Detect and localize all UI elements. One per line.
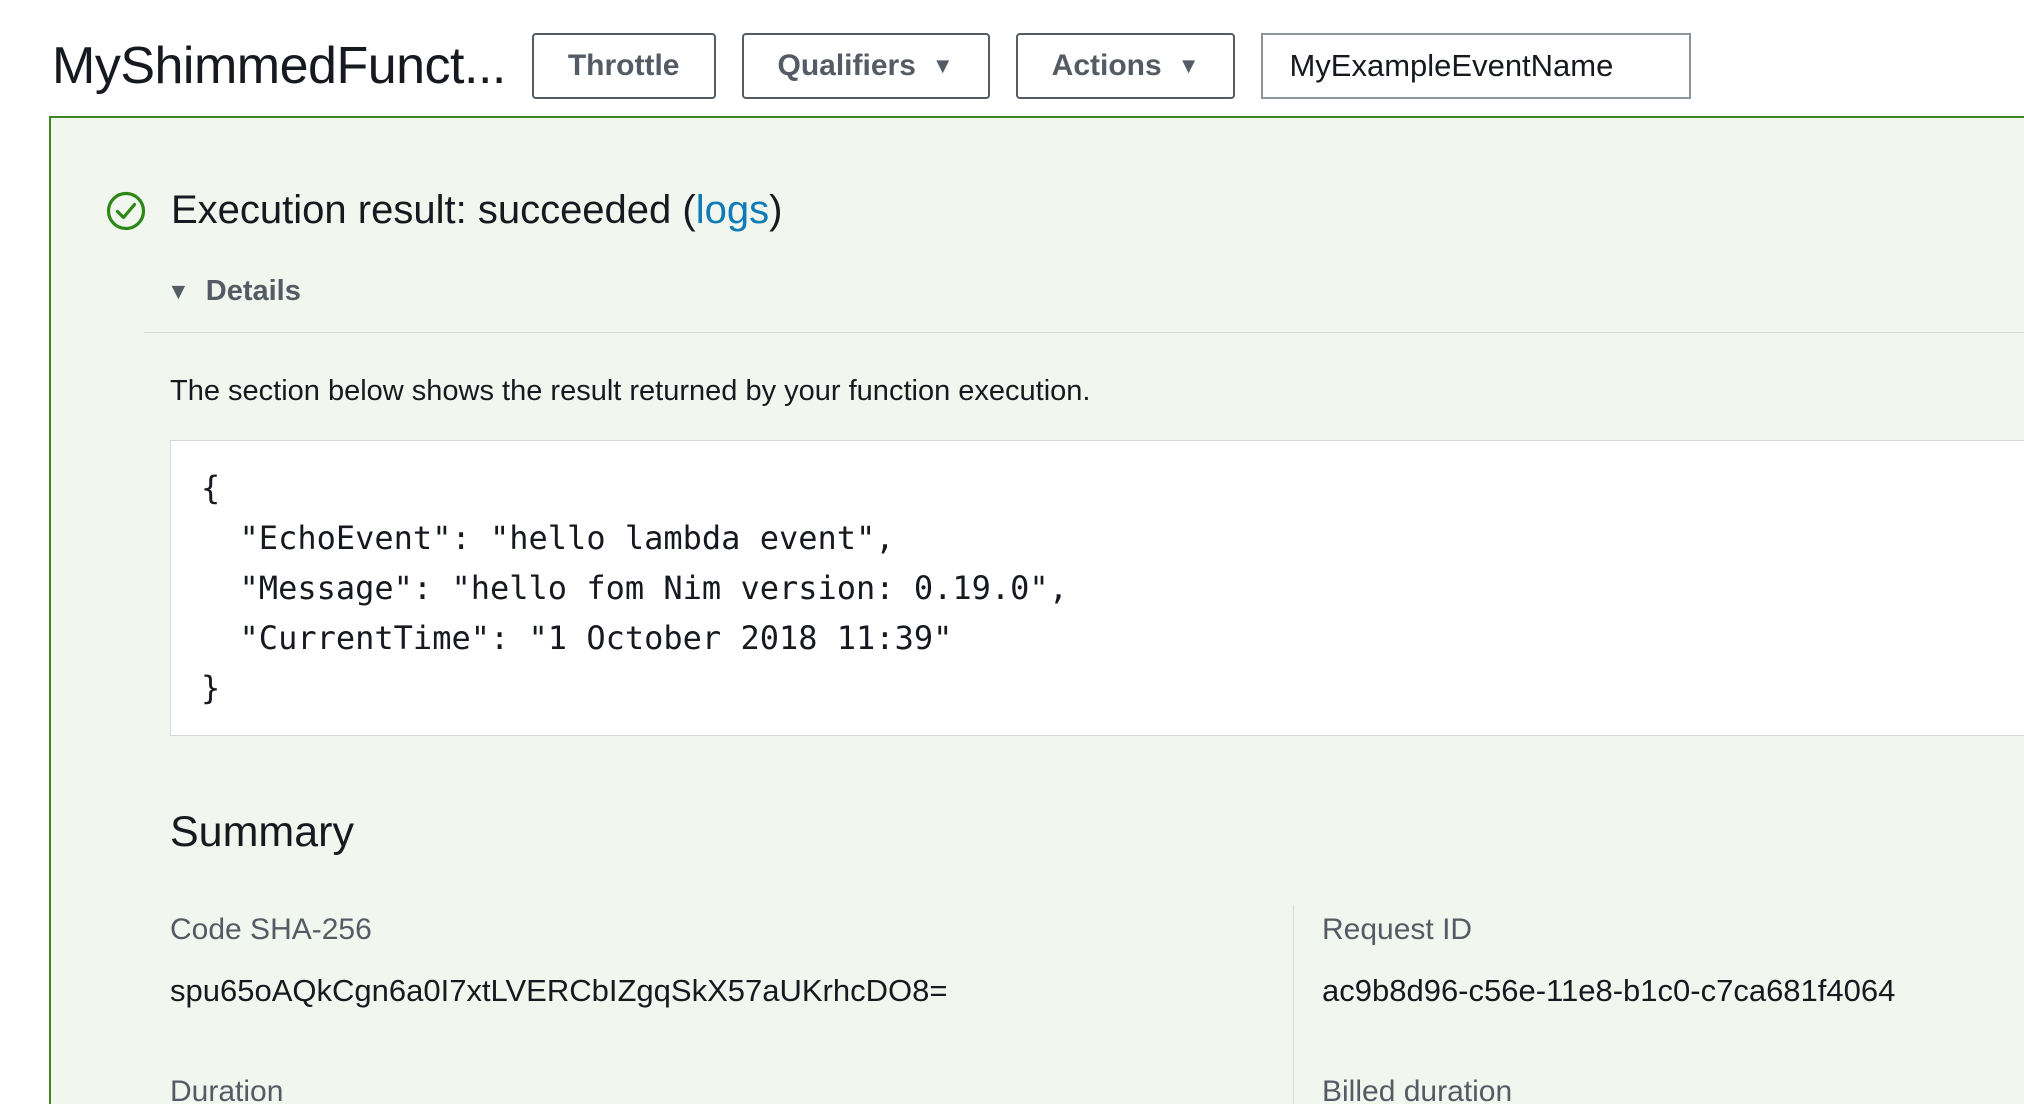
field-value: spu65oAQkCgn6a0I7xtLVERCbIZgqSkX57aUKrhc…: [170, 973, 1293, 1009]
test-event-select[interactable]: MyExampleEventName: [1261, 33, 1691, 99]
field-value: ac9b8d96-c56e-11e8-b1c0-c7ca681f4064: [1322, 973, 2024, 1009]
code-line: "CurrentTime": "1 October 2018 11:39": [201, 613, 2024, 663]
qualifiers-button[interactable]: Qualifiers ▼: [742, 33, 990, 99]
summary-field-request-id: Request ID ac9b8d96-c56e-11e8-b1c0-c7ca6…: [1293, 905, 2024, 1067]
function-header: MyShimmedFunct... Throttle Qualifiers ▼ …: [0, 0, 2024, 112]
result-heading-prefix: Execution result: succeeded (: [171, 188, 696, 232]
execution-result-json: { "EchoEvent": "hello lambda event", "Me…: [170, 440, 2024, 736]
field-label: Duration: [170, 1075, 1293, 1104]
details-divider: [144, 332, 2024, 333]
success-check-icon: [105, 190, 147, 232]
page-title: MyShimmedFunct...: [52, 36, 506, 96]
chevron-down-icon: ▼: [1178, 53, 1200, 79]
actions-button[interactable]: Actions ▼: [1016, 33, 1236, 99]
result-description: The section below shows the result retur…: [170, 375, 2024, 408]
summary-grid: Code SHA-256 spu65oAQkCgn6a0I7xtLVERCbIZ…: [170, 905, 2024, 1104]
chevron-down-icon: ▼: [932, 53, 954, 79]
code-line: }: [201, 663, 2024, 713]
field-label: Billed duration: [1322, 1075, 2024, 1104]
details-toggle-label: Details: [206, 275, 301, 308]
result-heading-suffix: ): [769, 188, 782, 232]
execution-result-panel: Execution result: succeeded (logs) ▼ Det…: [49, 116, 2024, 1104]
execution-result-heading: Execution result: succeeded (logs): [171, 188, 782, 233]
triangle-down-icon: ▼: [167, 278, 190, 305]
throttle-button[interactable]: Throttle: [532, 33, 716, 99]
code-line: {: [201, 463, 2024, 513]
code-line: "EchoEvent": "hello lambda event",: [201, 513, 2024, 563]
throttle-button-label: Throttle: [568, 49, 680, 83]
test-event-selected-value: MyExampleEventName: [1289, 48, 1613, 84]
details-toggle[interactable]: ▼ Details: [167, 275, 2024, 308]
summary-field-duration: Duration 2.90 ms: [170, 1067, 1293, 1104]
field-label: Request ID: [1322, 913, 2024, 947]
summary-field-billed-duration: Billed duration 100 ms: [1293, 1067, 2024, 1104]
code-line: "Message": "hello fom Nim version: 0.19.…: [201, 563, 2024, 613]
qualifiers-button-label: Qualifiers: [778, 49, 916, 83]
actions-button-label: Actions: [1052, 49, 1162, 83]
execution-result-header: Execution result: succeeded (logs): [105, 188, 2024, 233]
summary-field-code-sha256: Code SHA-256 spu65oAQkCgn6a0I7xtLVERCbIZ…: [170, 905, 1293, 1067]
logs-link[interactable]: logs: [696, 188, 769, 232]
summary-heading: Summary: [170, 808, 2024, 857]
field-label: Code SHA-256: [170, 913, 1293, 947]
